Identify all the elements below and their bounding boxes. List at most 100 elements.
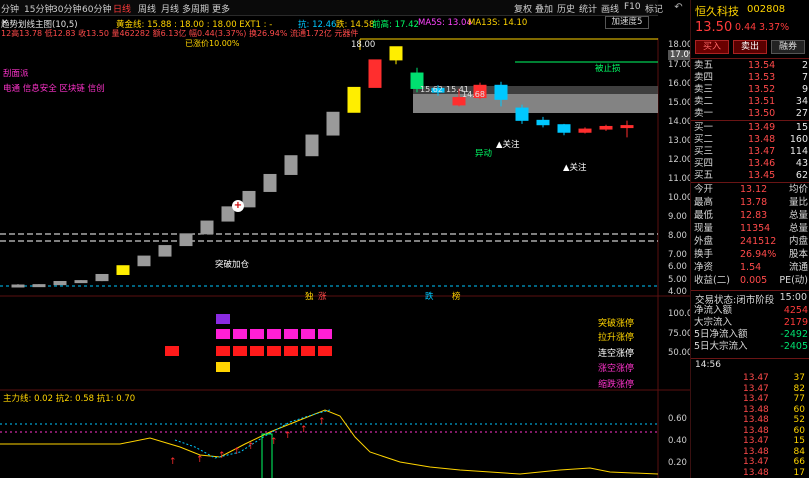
tab-1min[interactable]: 分钟 <box>1 2 19 15</box>
stat-row: 收益(二) 0.005 PE(动) <box>694 275 808 287</box>
accel-button[interactable]: 加速度5 <box>605 16 649 29</box>
candle-body[interactable] <box>557 124 571 133</box>
ask-volume: 7 <box>801 72 808 83</box>
candle-body[interactable] <box>515 107 529 121</box>
tab-60min[interactable]: 60分钟 <box>82 2 111 15</box>
bid-volume: 43 <box>795 158 808 169</box>
bid-label: 买一 <box>694 122 714 133</box>
ask-price: 13.53 <box>748 72 776 83</box>
candle-body[interactable] <box>326 111 340 136</box>
candle-body[interactable] <box>158 245 172 257</box>
anomaly-label: 异动 <box>475 149 493 159</box>
flow-value: 4254 <box>783 305 808 316</box>
price-axis-7: 7.00 <box>668 250 687 260</box>
ask-row[interactable]: 卖三 13.52 9 <box>694 84 808 96</box>
stat-row: 净资 1.54 流通 <box>694 262 808 274</box>
ask-row[interactable]: 卖一 13.50 27 <box>694 108 808 120</box>
candle-body[interactable] <box>263 173 277 192</box>
price-axis-15: 15.00 <box>668 98 693 108</box>
back-icon[interactable]: ↶ <box>673 2 684 13</box>
candle-body[interactable] <box>11 284 25 288</box>
ask-row[interactable]: 卖二 13.51 34 <box>694 96 808 108</box>
tab-mark[interactable]: 标记 <box>645 2 663 15</box>
tab-multi[interactable]: 多周期 <box>182 2 209 15</box>
candle-body[interactable] <box>599 125 613 130</box>
candle-body[interactable] <box>620 125 634 129</box>
stat-value: 13.78 <box>740 197 768 208</box>
tab-stats[interactable]: 统计 <box>579 2 597 15</box>
flow-label: 大宗流入 <box>694 317 733 328</box>
flow-row: 5日净流入额 -2492 <box>694 329 808 341</box>
stat-row: 换手 26.94% 股本 <box>694 249 808 261</box>
ask-row[interactable]: 卖五 13.54 2 <box>694 60 808 72</box>
tab-history[interactable]: 历史 <box>557 2 575 15</box>
sell-button[interactable]: 卖出 <box>733 40 767 54</box>
candle-body[interactable] <box>32 284 46 288</box>
bid-row[interactable]: 买四 13.46 43 <box>694 158 808 170</box>
stat-label: 净资 <box>694 262 714 273</box>
stat-value: 1.54 <box>740 262 762 273</box>
ask-price: 13.51 <box>748 96 776 107</box>
candle-body[interactable] <box>494 84 508 100</box>
tab-overlay[interactable]: 叠加 <box>535 2 553 15</box>
margin-button[interactable]: 融券 <box>771 40 805 54</box>
candle-body[interactable] <box>347 86 361 113</box>
tab-15min[interactable]: 15分钟 <box>24 2 53 15</box>
candle-body[interactable] <box>389 46 403 61</box>
tab-day[interactable]: 日线 <box>113 2 131 15</box>
ask-row[interactable]: 卖四 13.53 7 <box>694 72 808 84</box>
tab-draw[interactable]: 画线 <box>601 2 619 15</box>
tab-more[interactable]: 更多 <box>212 2 230 15</box>
stat-label: 外盘 <box>694 236 714 247</box>
candle-body[interactable] <box>200 220 214 235</box>
tab-week[interactable]: 周线 <box>138 2 156 15</box>
svg-text:↑: ↑ <box>318 417 326 427</box>
tab-f10[interactable]: F10 <box>624 2 641 12</box>
resist-band <box>413 94 658 113</box>
price-axis-14: 14.00 <box>668 117 693 127</box>
buy-button[interactable]: 买入 <box>695 40 729 54</box>
candle-body[interactable] <box>536 119 550 126</box>
bid-price: 13.49 <box>748 122 776 133</box>
candle-body[interactable] <box>116 265 130 275</box>
svg-text:↑: ↑ <box>196 455 204 465</box>
bid-volume: 114 <box>789 146 808 157</box>
tab-30min[interactable]: 30分钟 <box>52 2 81 15</box>
stat-label-2: 股本 <box>788 249 808 260</box>
price-axis-12: 12.00 <box>668 155 693 165</box>
candle-body[interactable] <box>305 134 319 157</box>
candle-body[interactable] <box>137 255 151 267</box>
tick-volume: 17 <box>793 467 805 478</box>
bid-label: 买四 <box>694 158 714 169</box>
tab-fuquan[interactable]: 复权 <box>514 2 532 15</box>
stat-label: 最高 <box>694 197 714 208</box>
signal-panel <box>165 314 332 372</box>
signal-label-gap: 涨空涨停 <box>598 364 635 374</box>
candle-body[interactable] <box>578 128 592 133</box>
bid-row[interactable]: 买一 13.49 15 <box>694 122 808 134</box>
stat-label-2: 总量 <box>788 223 808 234</box>
bid-volume: 160 <box>789 134 808 145</box>
candle-body[interactable] <box>284 155 298 175</box>
price-axis-5: 5.00 <box>668 275 687 285</box>
bid-row[interactable]: 买三 13.47 114 <box>694 146 808 158</box>
bid-row[interactable]: 买二 13.48 160 <box>694 134 808 146</box>
ask-label: 卖一 <box>694 108 714 119</box>
stat-value: 13.12 <box>740 184 768 195</box>
ask-price: 13.54 <box>748 60 776 71</box>
breakout-add-label: 突破加仓 <box>215 260 250 270</box>
candle-body[interactable] <box>53 280 67 286</box>
candle-body[interactable] <box>242 190 256 208</box>
bottom-axis-060: 0.60 <box>668 414 687 424</box>
signal-label-breakout: 突破涨停 <box>598 319 635 329</box>
candle-body[interactable] <box>179 233 193 247</box>
tab-month[interactable]: 月线 <box>161 2 179 15</box>
svg-text:↑: ↑ <box>233 447 241 457</box>
flow-row: 大宗流入 2179 <box>694 317 808 329</box>
candle-body[interactable] <box>95 273 109 282</box>
candle-body[interactable] <box>368 59 382 88</box>
price-axis-11: 11.00 <box>668 174 693 184</box>
bid-row[interactable]: 买五 13.45 62 <box>694 170 808 182</box>
candle-body[interactable] <box>74 280 88 284</box>
stat-row: 外盘 241512 内盘 <box>694 236 808 248</box>
